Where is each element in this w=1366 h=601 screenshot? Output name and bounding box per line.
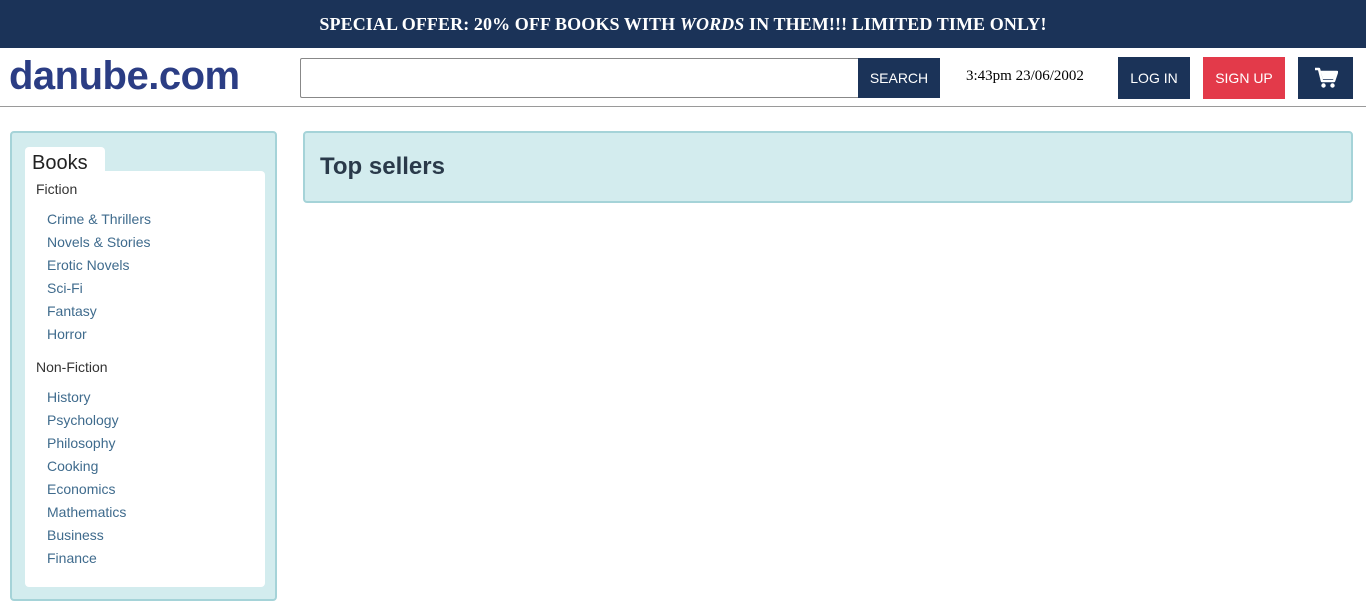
promo-text-before: SPECIAL OFFER: 20% OFF BOOKS WITH <box>319 13 676 34</box>
category-panel: Fiction Crime & Thrillers Novels & Stori… <box>25 171 265 587</box>
section-title-fiction: Fiction <box>36 181 78 197</box>
category-link[interactable]: Horror <box>47 326 87 342</box>
promo-text-emphasis: WORDS <box>679 13 745 34</box>
login-button[interactable]: LOG IN <box>1118 57 1190 99</box>
top-sellers-section: Top sellers <box>303 131 1353 203</box>
category-link[interactable]: Philosophy <box>47 435 116 451</box>
category-link[interactable]: Cooking <box>47 458 98 474</box>
cart-icon <box>1314 67 1338 88</box>
signup-button[interactable]: SIGN UP <box>1203 57 1285 99</box>
category-link[interactable]: History <box>47 389 91 405</box>
search-input[interactable] <box>300 58 858 98</box>
category-link[interactable]: Business <box>47 527 104 543</box>
category-link[interactable]: Fantasy <box>47 303 97 319</box>
category-link[interactable]: Psychology <box>47 412 119 428</box>
site-header: danube.com SEARCH 3:43pm 23/06/2002 LOG … <box>0 48 1366 107</box>
search-button[interactable]: SEARCH <box>858 58 940 98</box>
cart-button[interactable] <box>1298 57 1353 99</box>
category-link[interactable]: Finance <box>47 550 97 566</box>
category-sidebar: Books Fiction Crime & Thrillers Novels &… <box>10 131 277 601</box>
category-link[interactable]: Novels & Stories <box>47 234 150 250</box>
search-bar: SEARCH <box>300 58 940 98</box>
category-link[interactable]: Mathematics <box>47 504 126 520</box>
promo-text-after: IN THEM!!! LIMITED TIME ONLY! <box>749 13 1047 34</box>
category-link[interactable]: Sci-Fi <box>47 280 83 296</box>
top-sellers-title: Top sellers <box>320 153 445 180</box>
promo-banner: SPECIAL OFFER: 20% OFF BOOKS WITH WORDS … <box>0 0 1366 48</box>
category-link[interactable]: Crime & Thrillers <box>47 211 151 227</box>
category-link[interactable]: Erotic Novels <box>47 257 129 273</box>
category-link[interactable]: Economics <box>47 481 115 497</box>
site-logo[interactable]: danube.com <box>9 54 240 99</box>
section-title-non-fiction: Non-Fiction <box>36 359 108 375</box>
clock: 3:43pm 23/06/2002 <box>966 68 1084 84</box>
